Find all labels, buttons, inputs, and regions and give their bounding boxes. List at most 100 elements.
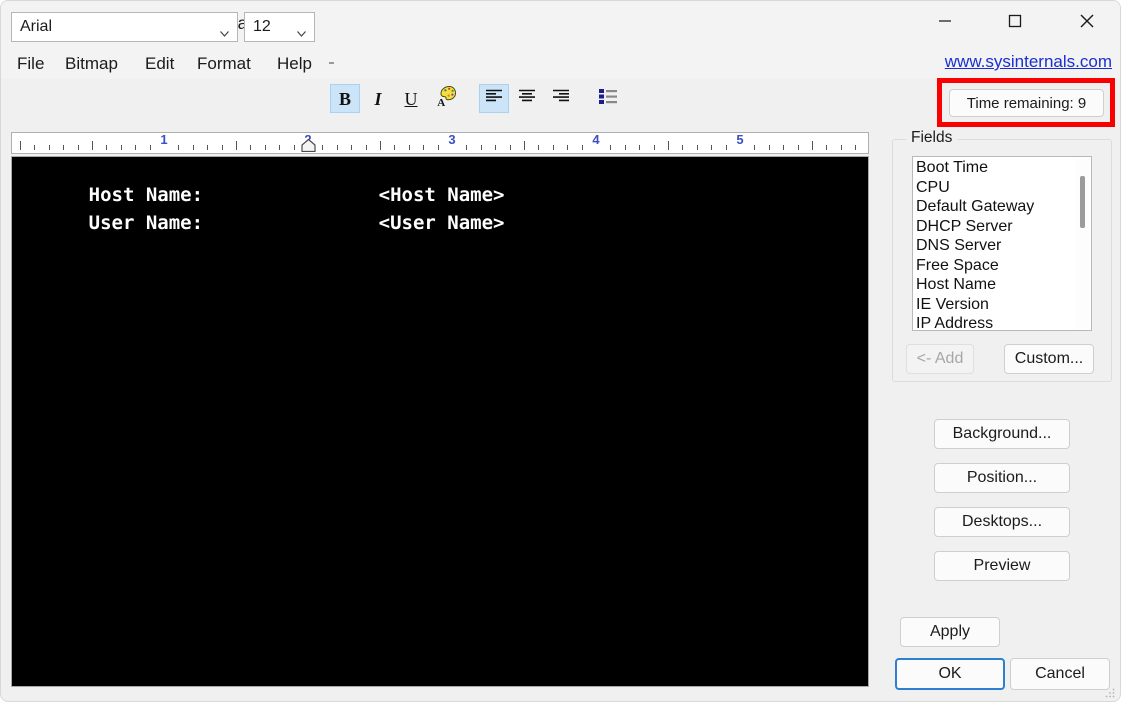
ruler-tick [222, 145, 223, 150]
menu-item-edit[interactable]: Edit [141, 52, 178, 76]
field-list-item[interactable]: DNS Server [916, 237, 1001, 255]
ruler-tick [798, 145, 799, 150]
menu-item-file[interactable]: File [13, 52, 48, 76]
align-left-icon [485, 89, 503, 108]
ruler-tick [236, 141, 237, 150]
ruler-tick [351, 145, 352, 150]
ruler-number: 1 [160, 132, 167, 147]
ruler-tick [49, 145, 50, 150]
bold-icon: B [339, 90, 351, 108]
menu-item-format[interactable]: Format [193, 52, 255, 76]
close-button[interactable] [1064, 1, 1110, 45]
custom-field-button[interactable]: Custom... [1004, 344, 1094, 374]
ruler-tick [610, 145, 611, 150]
underline-button[interactable]: U [396, 84, 426, 113]
bullets-button[interactable] [593, 84, 623, 113]
ruler-tick [265, 145, 266, 150]
ruler-tick [135, 145, 136, 150]
ruler-tick [582, 145, 583, 150]
ruler-tick [380, 141, 381, 150]
bold-button[interactable]: B [330, 84, 360, 113]
ok-button[interactable]: OK [895, 658, 1005, 690]
font-size-dropdown[interactable]: 12 [244, 12, 315, 42]
fields-listbox[interactable]: Boot Time CPUDefault Gateway DHCP ServerDN… [912, 156, 1092, 331]
ruler-tick [394, 145, 395, 150]
menu-item-bitmap[interactable]: Bitmap [61, 52, 122, 76]
ruler-number: 4 [592, 132, 599, 147]
font-family-dropdown[interactable]: Arial [11, 12, 238, 42]
ruler-tick [150, 145, 151, 150]
position-button[interactable]: Position... [934, 463, 1070, 493]
ruler-tick [106, 145, 107, 150]
tab-stop-marker[interactable] [301, 139, 316, 152]
italic-button[interactable]: I [363, 84, 393, 113]
fields-scroll-thumb[interactable] [1080, 176, 1085, 228]
maximize-button[interactable] [992, 1, 1038, 45]
ruler-tick [294, 145, 295, 150]
ruler-tick [668, 141, 669, 150]
fields-scrollbar[interactable] [1075, 158, 1090, 331]
ruler-tick [553, 145, 554, 150]
sysinternals-link[interactable]: www.sysinternals.com [945, 52, 1112, 72]
field-list-item[interactable]: DHCP Server [916, 218, 1013, 236]
bullet-list-icon [598, 88, 618, 109]
ruler-tick [754, 145, 755, 150]
align-left-button[interactable] [479, 84, 509, 113]
menu-bar: File Bitmap Edit Format Help www.sysinte… [1, 49, 1121, 79]
time-remaining-button[interactable]: Time remaining: 9 [949, 89, 1104, 117]
chevron-down-icon [297, 24, 306, 30]
font-size-value: 12 [253, 18, 271, 36]
ruler-tick [121, 145, 122, 150]
desktops-button[interactable]: Desktops... [934, 507, 1070, 537]
background-button[interactable]: Background... [934, 419, 1070, 449]
bginfo-text-editor[interactable]: Host Name:<Host Name> User Name:<User Na… [11, 156, 869, 687]
font-color-button[interactable]: A [431, 84, 461, 113]
ruler-tick [409, 145, 410, 150]
cancel-button[interactable]: Cancel [1010, 658, 1110, 690]
bginfo-window: BGInfo - Default configuration File Bitm… [0, 0, 1121, 702]
field-list-item[interactable]: Default Gateway [916, 198, 1034, 216]
ruler-tick [625, 145, 626, 150]
resize-grip[interactable] [1104, 686, 1116, 698]
ruler-tick [697, 145, 698, 150]
menu-item-help[interactable]: Help [273, 52, 316, 76]
chevron-down-icon [220, 24, 229, 30]
ruler-tick [193, 145, 194, 150]
ruler-tick [826, 145, 827, 150]
font-family-value: Arial [20, 18, 52, 36]
palette-icon: A [434, 84, 458, 113]
align-right-button[interactable] [546, 84, 576, 113]
preview-button[interactable]: Preview [934, 551, 1070, 581]
ruler-tick [63, 145, 64, 150]
underline-icon: U [405, 90, 418, 108]
field-list-item[interactable]: Boot Time [916, 159, 988, 177]
editor-line-value: <User Name> [379, 212, 505, 234]
field-list-item[interactable]: CPU [916, 179, 950, 197]
field-list-item[interactable]: IP Address [916, 315, 993, 331]
ruler[interactable]: 12345 [11, 132, 869, 154]
ruler-tick [438, 145, 439, 150]
ruler-tick [250, 145, 251, 150]
ruler-tick [322, 145, 323, 150]
field-list-item[interactable]: Free Space [916, 257, 999, 275]
ruler-tick [178, 145, 179, 150]
ruler-tick [466, 145, 467, 150]
add-field-button[interactable]: <- Add [906, 344, 974, 374]
align-center-button[interactable] [512, 84, 542, 113]
ruler-tick [783, 145, 784, 150]
ruler-tick [841, 145, 842, 150]
ruler-tick [726, 145, 727, 150]
maximize-icon [1008, 14, 1022, 33]
close-icon [1079, 13, 1095, 34]
ruler-number: 5 [736, 132, 743, 147]
ruler-tick [366, 145, 367, 150]
field-list-item[interactable]: IE Version [916, 296, 989, 314]
ruler-tick [92, 141, 93, 150]
field-list-item[interactable]: Host Name [916, 276, 996, 294]
ruler-tick [481, 145, 482, 150]
ruler-tick [812, 141, 813, 150]
apply-button[interactable]: Apply [900, 617, 1000, 647]
ruler-number: 3 [448, 132, 455, 147]
minimize-button[interactable] [922, 1, 968, 45]
italic-icon: I [374, 90, 381, 108]
